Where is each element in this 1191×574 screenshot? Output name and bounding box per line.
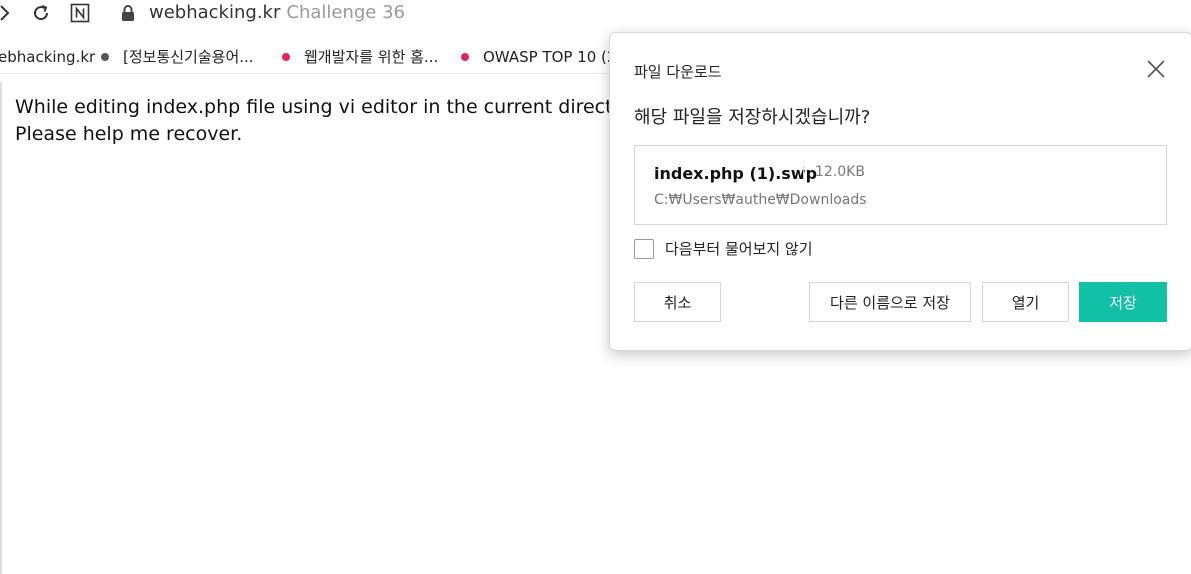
download-dialog: 파일 다운로드 해당 파일을 저장하시겠습니까? index.php (1).s… — [609, 32, 1191, 351]
close-icon[interactable] — [1145, 58, 1167, 80]
challenge-text-line-2: Please help me recover. — [15, 123, 243, 145]
bookmark-webhacking[interactable]: ebhacking.kr — [0, 48, 95, 66]
file-size: 12.0KB — [815, 164, 865, 180]
forward-icon[interactable] — [0, 2, 16, 24]
challenge-text-line-1: While editing index.php file using vi ed… — [15, 96, 633, 118]
dialog-title: 파일 다운로드 — [634, 63, 722, 81]
bookmark-dot-icon — [101, 53, 109, 61]
bookmark-web-developer[interactable]: 웹개발자를 위한 홈... — [282, 48, 438, 66]
bookmark-dot-icon — [282, 53, 290, 61]
dont-ask-row[interactable]: 다음부터 물어보지 않기 — [634, 238, 813, 259]
save-button[interactable]: 저장 — [1079, 282, 1167, 322]
divider — [803, 166, 804, 180]
bookmark-dot-icon — [461, 53, 469, 61]
bookmark-label: [정보통신기술용어... — [123, 48, 254, 66]
url-domain: webhacking.kr — [149, 2, 281, 23]
bookmark-label: 웹개발자를 위한 홈... — [304, 48, 439, 66]
dont-ask-checkbox[interactable] — [634, 238, 654, 259]
lock-icon — [121, 4, 135, 22]
bookmark-label: OWASP TOP 10 (2 — [483, 48, 617, 66]
cancel-button[interactable]: 취소 — [634, 282, 721, 322]
bookmark-owasp[interactable]: OWASP TOP 10 (2 — [461, 48, 616, 66]
browser-toolbar: webhacking.kr Challenge 36 — [0, 0, 1191, 28]
dialog-question: 해당 파일을 저장하시겠습니까? — [634, 107, 871, 128]
save-as-button[interactable]: 다른 이름으로 저장 — [809, 282, 971, 322]
reload-icon[interactable] — [30, 2, 52, 24]
address-bar[interactable]: webhacking.kr Challenge 36 — [149, 2, 405, 24]
file-path: C:₩Users₩authe₩Downloads — [654, 192, 867, 208]
file-info-box: index.php (1).swp 12.0KB C:₩Users₩authe₩… — [634, 145, 1167, 225]
url-page-title: Challenge 36 — [286, 2, 405, 23]
file-name: index.php (1).swp — [654, 164, 818, 183]
bookmark-label: ebhacking.kr — [0, 48, 96, 66]
n-icon[interactable] — [69, 2, 91, 24]
bookmark-term-dictionary[interactable]: [정보통신기술용어... — [101, 48, 254, 66]
open-button[interactable]: 열기 — [982, 282, 1069, 322]
dont-ask-label: 다음부터 물어보지 않기 — [665, 240, 813, 258]
